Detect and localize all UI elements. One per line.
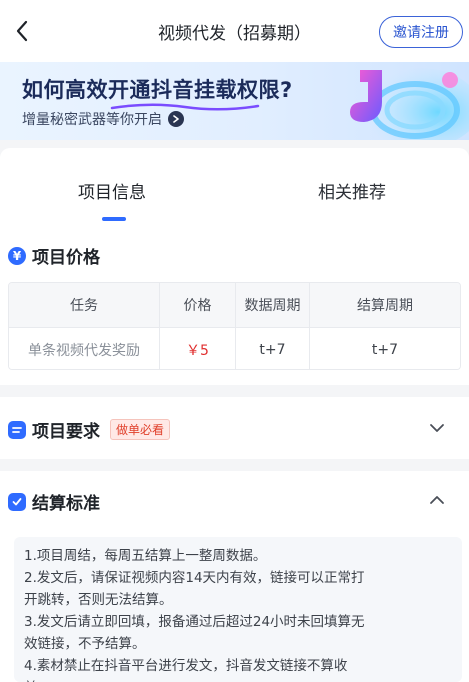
price-section-header: ¥ 项目价格 [8,243,100,268]
settlement-section-header: 结算标准 [8,489,100,514]
settlement-rule-line: 效链接，不予结算。 [24,636,146,652]
must-read-badge: 做单必看 [110,419,171,440]
settlement-standard-section: 结算标准 1.项目周结，每周五结算上一整周数据。 2.发文后，请保证视频内容14… [0,471,469,682]
table-row: 单条视频代发奖励 ￥5 t+7 t+7 [9,327,460,369]
table-header-row: 任务 价格 数据周期 结算周期 [9,283,460,327]
settlement-section-title: 结算标准 [32,494,100,514]
tab-bar: 项目信息 相关推荐 [0,148,469,230]
requirement-section-title: 项目要求 [32,422,100,442]
yen-icon: ¥ [8,246,26,265]
project-requirement-section[interactable]: 项目要求 做单必看 [0,397,469,459]
settlement-rule-line: 4.素材禁止在抖音平台进行发文，抖音发文链接不算收 [24,658,348,674]
price-section-title: 项目价格 [32,248,100,268]
settlement-rules-box: 1.项目周结，每周五结算上一整周数据。 2.发文后，请保证视频内容14天内有效，… [14,537,462,682]
price-cell: ￥5 [160,328,236,369]
data-period-cell: t+7 [236,328,310,369]
price-table: 任务 价格 数据周期 结算周期 单条视频代发奖励 ￥5 t+7 t+7 [8,282,461,370]
promo-banner[interactable]: 如何高效开通抖音挂载权限? 增量秘密武器等你开启 [0,62,469,140]
table-header-cell: 结算周期 [357,298,413,314]
banner-title: 如何高效开通抖音挂载权限? [22,78,293,102]
settlement-rule-line: 1.项目周结，每周五结算上一整周数据。 [24,548,267,564]
table-header-cell: 价格 [160,283,236,327]
task-cell: 单条视频代发奖励 [9,328,160,369]
requirement-section-header: 项目要求 做单必看 [8,417,171,442]
tab-project-info[interactable]: 项目信息 [78,178,146,203]
arrow-right-icon [168,111,184,127]
settlement-rule-line: 2.发文后，请保证视频内容14天内有效，链接可以正常打 [24,570,365,586]
settlement-rule-line: 3.发文后请立即回填，报备通过后超过24小时未回填算无 [24,614,365,630]
table-header-cell: 任务 [9,283,160,327]
banner-illustration-icon [350,68,469,140]
check-icon [8,492,26,511]
banner-subtitle: 增量秘密武器等你开启 [22,112,162,128]
settlement-rule-line: 益 [24,677,452,682]
table-header-cell: 数据周期 [236,283,310,327]
settlement-rule-line: 开跳转，否则无法结算。 [24,592,173,608]
settle-period-cell: t+7 [371,342,399,358]
top-nav-bar: 视频代发（招募期） 邀请注册 [0,0,469,62]
banner-subtitle-row: 增量秘密武器等你开启 [22,109,184,129]
tab-related-recommend[interactable]: 相关推荐 [318,178,386,203]
active-tab-indicator [102,217,126,221]
invite-register-button[interactable]: 邀请注册 [379,16,463,48]
chevron-down-icon[interactable] [429,420,445,436]
chevron-up-icon[interactable] [429,492,445,508]
project-price-section: ¥ 项目价格 任务 价格 数据周期 结算周期 单条视频代发奖励 ￥5 t+7 t… [0,230,469,385]
list-icon [8,420,26,439]
